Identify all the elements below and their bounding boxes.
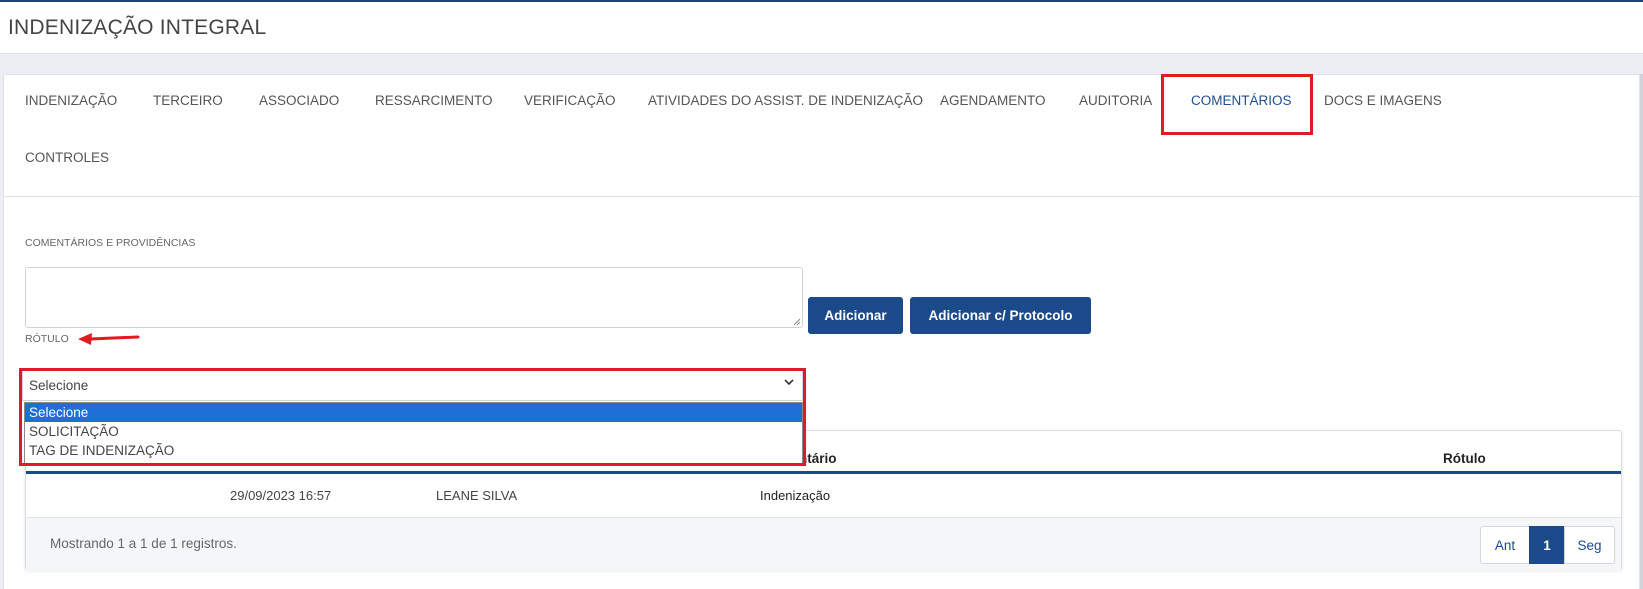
pager-prev-button[interactable]: Ant	[1480, 526, 1530, 564]
tab-verificacao[interactable]: VERIFICAÇÃO	[524, 93, 616, 108]
rotulo-label: RÓTULO	[25, 333, 69, 345]
tab-indenizacao[interactable]: INDENIZAÇÃO	[25, 93, 117, 108]
tab-atividades[interactable]: ATIVIDADES DO ASSIST. DE INDENIZAÇÃO	[648, 93, 923, 108]
add-with-protocol-button[interactable]: Adicionar c/ Protocolo	[910, 297, 1091, 334]
records-info: Mostrando 1 a 1 de 1 registros.	[50, 536, 237, 551]
tab-bar: INDENIZAÇÃO TERCEIRO ASSOCIADO RESSARCIM…	[4, 75, 1639, 197]
option-selecione[interactable]: Selecione	[25, 403, 802, 422]
table-footer: Mostrando 1 a 1 de 1 registros. Ant 1 Se…	[26, 517, 1621, 571]
rotulo-select[interactable]: Selecione	[22, 368, 803, 401]
add-button[interactable]: Adicionar	[808, 297, 903, 334]
comments-textarea[interactable]	[25, 267, 803, 328]
tab-agendamento[interactable]: AGENDAMENTO	[940, 93, 1046, 108]
pager-page-1[interactable]: 1	[1529, 526, 1565, 564]
pager-next-button[interactable]: Seg	[1564, 526, 1615, 564]
comments-label: COMENTÁRIOS E PROVIDÊNCIAS	[25, 237, 196, 249]
tab-docs-imagens[interactable]: DOCS E IMAGENS	[1324, 93, 1442, 108]
rotulo-dropdown-list: Selecione SOLICITAÇÃO TAG DE INDENIZAÇÃO	[24, 402, 803, 464]
page-title: INDENIZAÇÃO INTEGRAL	[8, 16, 267, 39]
row-comment: Indenização	[760, 488, 831, 503]
resize-grip-icon[interactable]	[793, 318, 801, 326]
row-user: LEANE SILVA	[436, 488, 518, 503]
option-solicitacao[interactable]: SOLICITAÇÃO	[25, 422, 802, 441]
tab-associado[interactable]: ASSOCIADO	[259, 93, 339, 108]
row-date: 29/09/2023 16:57	[230, 488, 332, 503]
arrow-left-icon	[78, 333, 140, 345]
tab-auditoria[interactable]: AUDITORIA	[1079, 93, 1152, 108]
header-rotulo: Rótulo	[1443, 451, 1486, 466]
table-header-divider	[26, 471, 1621, 474]
option-tag-indenizacao[interactable]: TAG DE INDENIZAÇÃO	[25, 441, 802, 460]
select-value: Selecione	[29, 378, 89, 393]
active-tab-highlight	[1161, 74, 1313, 135]
tab-terceiro[interactable]: TERCEIRO	[153, 93, 223, 108]
tab-controles[interactable]: CONTROLES	[25, 150, 109, 165]
chevron-down-icon[interactable]	[784, 378, 794, 386]
tab-ressarcimento[interactable]: RESSARCIMENTO	[375, 93, 493, 108]
header-comentario: ntário	[799, 451, 837, 466]
